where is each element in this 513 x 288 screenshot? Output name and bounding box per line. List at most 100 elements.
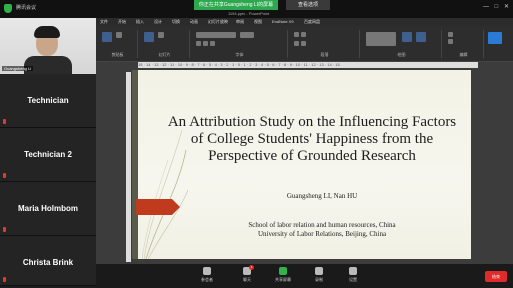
- layout-icon[interactable]: [158, 32, 164, 38]
- group-label: 字体: [235, 52, 244, 57]
- italic-icon[interactable]: [203, 41, 208, 46]
- group-label: 幻灯片: [158, 52, 171, 57]
- muted-mic-icon: [3, 173, 6, 178]
- ribbon-tab[interactable]: 视图: [254, 19, 262, 25]
- window-controls: — □ ✕: [479, 3, 509, 10]
- settings-button[interactable]: 设置: [340, 267, 366, 283]
- maximize-icon[interactable]: □: [495, 4, 499, 10]
- drawing-group: 绘图: [362, 30, 442, 58]
- new-slide-icon[interactable]: [144, 32, 154, 42]
- tool-label: 参会者: [201, 277, 213, 282]
- bold-icon[interactable]: [196, 41, 201, 46]
- settings-icon: [349, 267, 357, 275]
- ribbon-tab[interactable]: 文件: [100, 19, 108, 25]
- share-screen-button[interactable]: 共享屏幕: [270, 267, 296, 283]
- paragraph-group: 段落: [290, 30, 360, 58]
- chat-button[interactable]: 1 聊天: [234, 265, 260, 283]
- share-screen-icon: [279, 267, 287, 275]
- muted-mic-icon: [3, 227, 6, 232]
- ribbon-tab[interactable]: 动画: [190, 19, 198, 25]
- participant-video-tile[interactable]: Guangsheng LI: [0, 18, 96, 74]
- ribbon: 剪贴板 幻灯片 字体 段落 绘图 编辑: [96, 26, 513, 62]
- participant-name: Technician 2: [24, 150, 72, 159]
- accent-arrow: [136, 199, 180, 215]
- shared-screen: 文件 开始 插入 设计 切换 动画 幻灯片放映 审阅 视图 EndNote X9…: [96, 18, 513, 268]
- meeting-window: 腾讯会议 你正在共享Guangsheng LI的屏幕 查看选项 — □ ✕ 11…: [0, 0, 513, 288]
- slide-title: An Attribution Study on the Influencing …: [167, 114, 457, 164]
- participant-tile[interactable]: Maria Holmbom: [0, 182, 96, 236]
- participant-name: Christa Brink: [22, 258, 74, 267]
- view-options-button[interactable]: 查看选项: [286, 0, 330, 10]
- font-size-select[interactable]: [240, 32, 254, 38]
- underline-icon[interactable]: [210, 41, 215, 46]
- align-left-icon[interactable]: [294, 41, 299, 46]
- slide-affiliation: School of labor relation and human resou…: [192, 221, 452, 239]
- muted-mic-icon: [3, 277, 6, 282]
- end-meeting-button[interactable]: 结束: [485, 271, 507, 282]
- clipboard-group: 剪贴板: [98, 30, 138, 58]
- participant-name: Guangsheng LI: [2, 66, 34, 71]
- participant-gallery: Guangsheng LI Technician Technician 2 Ma…: [0, 18, 96, 286]
- group-label: 剪贴板: [111, 52, 124, 57]
- affiliation-line: School of labor relation and human resou…: [248, 221, 396, 229]
- participant-tile[interactable]: Christa Brink: [0, 236, 96, 286]
- group-label: 段落: [320, 52, 329, 57]
- slide-canvas[interactable]: An Attribution Study on the Influencing …: [132, 70, 471, 259]
- person-hair: [34, 26, 60, 38]
- file-name: 1194.pptx - PowerPoint: [228, 11, 270, 16]
- minimize-icon[interactable]: —: [483, 4, 489, 10]
- shapes-gallery[interactable]: [366, 32, 396, 46]
- ribbon-tab[interactable]: 审阅: [236, 19, 244, 25]
- title-bar: 腾讯会议 你正在共享Guangsheng LI的屏幕 查看选项 — □ ✕ 11…: [0, 0, 513, 18]
- meeting-toolbar: 参会者 1 聊天 共享屏幕 录制 设置 结束: [96, 264, 513, 288]
- find-icon[interactable]: [448, 32, 453, 37]
- slides-group: 幻灯片: [140, 30, 190, 58]
- person-body: [24, 56, 72, 74]
- participants-button[interactable]: 参会者: [194, 267, 220, 283]
- participant-tile[interactable]: Technician 2: [0, 128, 96, 182]
- close-icon[interactable]: ✕: [504, 4, 509, 10]
- arrange-icon[interactable]: [402, 32, 412, 42]
- sharing-notice[interactable]: 你正在共享Guangsheng LI的屏幕: [194, 0, 278, 10]
- chat-badge: 1: [249, 265, 254, 270]
- ruler-marks: 15 · 14 · 13 · 12 · 11 · 10 · 9 · 8 · 7 …: [138, 62, 340, 67]
- ribbon-tab[interactable]: 幻灯片放映: [208, 19, 228, 25]
- ribbon-tab[interactable]: 插入: [136, 19, 144, 25]
- bullets-icon[interactable]: [294, 32, 299, 37]
- ribbon-tab[interactable]: 设计: [154, 19, 162, 25]
- ribbon-tab[interactable]: 百度网盘: [304, 19, 320, 25]
- record-button[interactable]: 录制: [306, 267, 332, 283]
- ribbon-tab[interactable]: EndNote X9: [272, 19, 294, 24]
- slide-authors: Guangsheng LI, Nan HU: [286, 192, 358, 200]
- numbering-icon[interactable]: [301, 32, 306, 37]
- paste-icon[interactable]: [102, 32, 112, 42]
- vertical-ruler: [126, 72, 131, 262]
- muted-mic-icon: [3, 119, 6, 124]
- editing-group: 编辑: [444, 30, 484, 58]
- tool-label: 录制: [315, 277, 323, 282]
- font-family-select[interactable]: [196, 32, 236, 38]
- participant-name: Maria Holmbom: [17, 204, 78, 213]
- group-label: 编辑: [459, 52, 468, 57]
- ribbon-tabs: 文件 开始 插入 设计 切换 动画 幻灯片放映 审阅 视图 EndNote X9…: [96, 18, 513, 26]
- font-group: 字体: [192, 30, 288, 58]
- tool-label: 聊天: [243, 277, 251, 282]
- participants-icon: [203, 267, 211, 275]
- baidu-save-icon[interactable]: [488, 32, 502, 44]
- meeting-info: 腾讯会议: [16, 5, 37, 11]
- horizontal-ruler: 15 · 14 · 13 · 12 · 11 · 10 · 9 · 8 · 7 …: [138, 62, 478, 68]
- quick-styles-icon[interactable]: [416, 32, 426, 42]
- affiliation-line: University of Labor Relations, Beijing, …: [257, 230, 387, 238]
- cut-icon[interactable]: [116, 32, 122, 38]
- security-shield-icon[interactable]: [4, 4, 12, 13]
- replace-icon[interactable]: [448, 39, 453, 44]
- participant-name: Technician: [27, 96, 69, 105]
- align-center-icon[interactable]: [301, 41, 306, 46]
- participant-tile[interactable]: Technician: [0, 74, 96, 128]
- ribbon-tab[interactable]: 切换: [172, 19, 180, 25]
- tool-label: 共享屏幕: [275, 277, 291, 282]
- ribbon-tab[interactable]: 开始: [118, 19, 126, 25]
- tool-label: 设置: [349, 277, 357, 282]
- group-label: 绘图: [397, 52, 406, 57]
- record-icon: [315, 267, 323, 275]
